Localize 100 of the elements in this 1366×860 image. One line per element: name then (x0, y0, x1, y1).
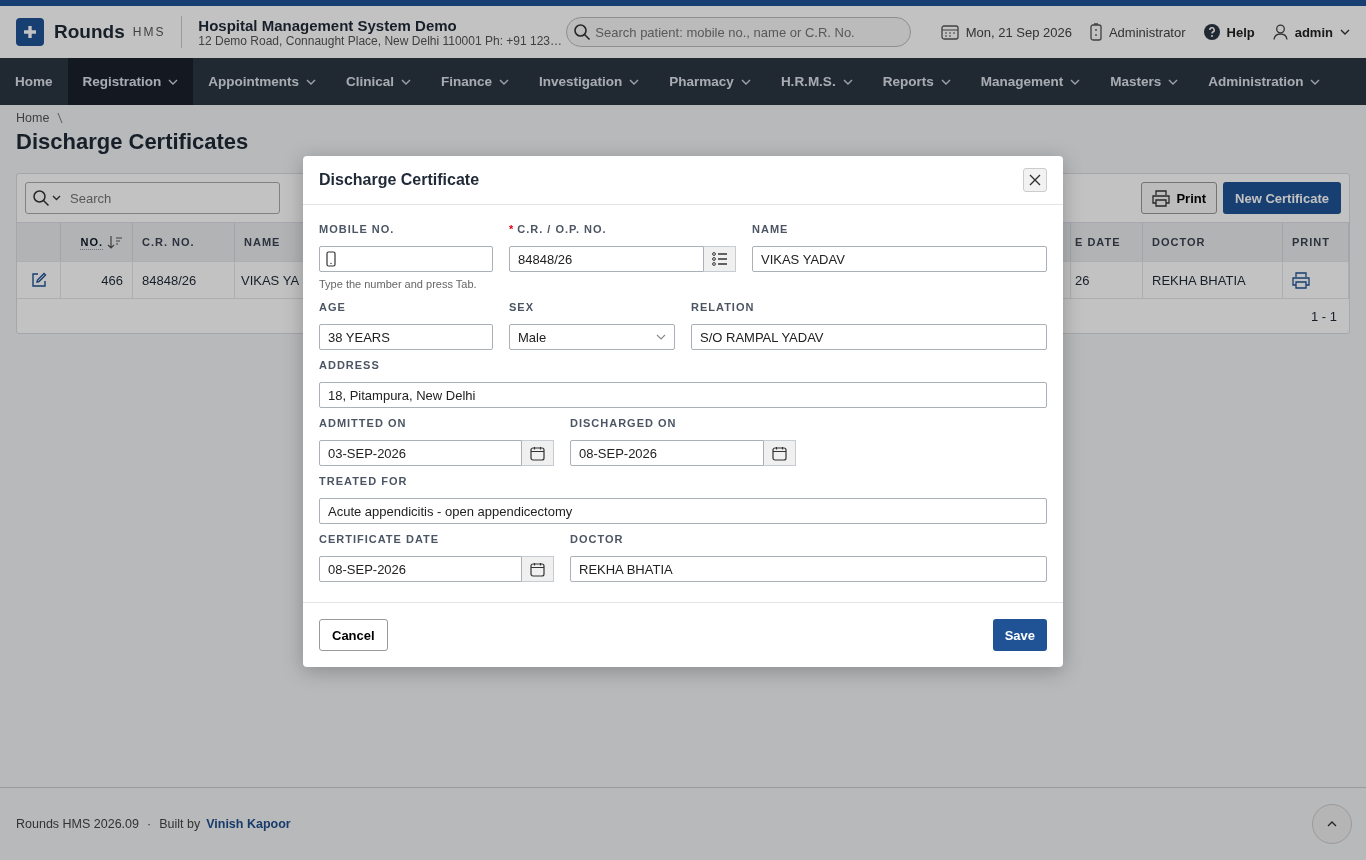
field-label: C.R. / O.P. NO. (517, 223, 607, 235)
input-field[interactable]: Acute appendicitis - open appendicectomy (319, 498, 1047, 524)
nav-menu-item[interactable]: H.R.M.S. (765, 58, 868, 105)
column-header[interactable]: DOCTOR (1152, 236, 1206, 248)
role-label: Administrator (1108, 24, 1186, 40)
caret-icon (401, 78, 412, 85)
caret-icon (842, 78, 853, 85)
search-options-icon[interactable] (32, 189, 62, 207)
column-header[interactable]: C.R. NO. (142, 236, 195, 248)
list-icon (711, 252, 728, 266)
field-label: DOCTOR (570, 533, 624, 545)
nav-menu-item[interactable]: Registration (67, 58, 194, 105)
dialog-title: Discharge Certificate (319, 171, 480, 189)
caret-icon (499, 78, 510, 85)
date-picker-button[interactable] (522, 440, 554, 466)
breadcrumb-link[interactable]: Home (16, 111, 50, 125)
app-suffix: HMS (132, 25, 166, 39)
print-button[interactable]: Print (1141, 182, 1218, 214)
page-title: Discharge Certificates (16, 129, 250, 155)
calendar-icon (772, 445, 787, 461)
input-field[interactable]: 38 YEARS (319, 324, 493, 350)
lookup-button[interactable] (704, 246, 736, 272)
field-label: TREATED FOR (319, 475, 408, 487)
table-cell: 466 (101, 272, 123, 288)
patient-search-field[interactable]: Search patient: mobile no., name or C.R. No. (566, 17, 911, 47)
select-field[interactable]: Male (509, 324, 675, 350)
nav-menu-item[interactable]: Management (965, 58, 1096, 105)
column-header[interactable]: PRINT (1292, 236, 1330, 248)
close-button[interactable] (1023, 168, 1047, 192)
nav-menu-item[interactable]: Masters (1095, 58, 1194, 105)
required-marker: * (509, 223, 515, 235)
hospital-address: 12 Demo Road, Connaught Place, New Delhi 110001 Ph: +91 123… (198, 33, 559, 48)
user-menu[interactable]: admin (1272, 24, 1350, 40)
footer-version: Rounds HMS 2026.09 (16, 817, 139, 831)
nav-menu-item[interactable]: Appointments (193, 58, 332, 105)
app-name: Rounds (54, 21, 125, 43)
new-certificate-button[interactable]: New Certificate (1223, 182, 1341, 214)
field-label: NAME (752, 223, 789, 235)
mobile-number-field[interactable] (319, 246, 493, 272)
input-field[interactable]: REKHA BHATIA (570, 556, 1047, 582)
cancel-button[interactable]: Cancel (319, 619, 388, 651)
chevron-down-icon (656, 334, 666, 340)
close-icon (1029, 174, 1041, 186)
field-label: SEX (509, 301, 534, 313)
field-label: CERTIFICATE DATE (319, 533, 440, 545)
author-link[interactable]: Vinish Kapoor (206, 817, 291, 831)
edit-icon[interactable] (30, 272, 47, 288)
date-field[interactable]: 08-SEP-2026 (570, 440, 764, 466)
input-field[interactable]: 84848/26 (509, 246, 704, 272)
table-cell: VIKAS YA (241, 272, 300, 288)
date-field[interactable]: 03-SEP-2026 (319, 440, 522, 466)
calendar-icon (940, 24, 959, 40)
caret-icon (940, 78, 951, 85)
table-cell: 26 (1075, 272, 1090, 288)
field-label: RELATION (691, 301, 755, 313)
field-label: ADMITTED ON (319, 417, 407, 429)
nav-menu-item[interactable]: Finance (426, 58, 525, 105)
input-field[interactable]: VIKAS YADAV (752, 246, 1047, 272)
field-label: AGE (319, 301, 346, 313)
date-picker-button[interactable] (522, 556, 554, 582)
footer-credit: Built by (159, 817, 201, 831)
caret-icon (306, 78, 317, 85)
table-cell: 84848/26 (142, 272, 197, 288)
logo-icon (16, 18, 44, 46)
printer-icon[interactable] (1292, 271, 1310, 289)
input-field[interactable]: 18, Pitampura, New Delhi (319, 382, 1047, 408)
hospital-name: Hospital Management System Demo (198, 16, 458, 34)
help-icon (1203, 24, 1220, 40)
column-header[interactable]: NAME (244, 236, 281, 248)
breadcrumb-separator-icon (57, 112, 64, 124)
nav-menu-item[interactable]: Administration (1193, 58, 1336, 105)
field-hint: Type the number and press Tab. (319, 277, 478, 292)
save-button[interactable]: Save (992, 619, 1047, 651)
nav-menu-item[interactable]: Clinical (331, 58, 427, 105)
nav-menu-item[interactable]: Home (0, 58, 68, 105)
caret-icon (168, 78, 179, 85)
caret-icon (629, 78, 640, 85)
caret-icon (1168, 78, 1179, 85)
field-label: MOBILE NO. (319, 223, 395, 235)
nav-menu-item[interactable]: Pharmacy (654, 58, 766, 105)
field-label: ADDRESS (319, 359, 380, 371)
printer-icon (1152, 189, 1171, 207)
date-field[interactable]: 08-SEP-2026 (319, 556, 522, 582)
calendar-icon (530, 561, 545, 577)
search-icon (573, 23, 592, 41)
column-header[interactable]: E DATE (1075, 236, 1121, 248)
current-date: Mon, 21 Sep 2026 (965, 24, 1072, 40)
help-link[interactable]: Help (1203, 24, 1255, 40)
input-field[interactable]: S/O RAMPAL YADAV (691, 324, 1047, 350)
table-search-field[interactable]: Search (25, 182, 280, 214)
caret-icon (1070, 78, 1081, 85)
pagination-info: 1 - 1 (1311, 308, 1337, 324)
table-cell: REKHA BHATIA (1152, 272, 1246, 288)
nav-menu-item[interactable]: Reports (867, 58, 966, 105)
sort-descending-icon[interactable] (107, 235, 123, 249)
date-picker-button[interactable] (764, 440, 796, 466)
caret-icon (740, 78, 751, 85)
nav-menu-item[interactable]: Investigation (524, 58, 655, 105)
footer-separator: · (147, 817, 152, 831)
column-header[interactable]: NO. (80, 236, 103, 248)
